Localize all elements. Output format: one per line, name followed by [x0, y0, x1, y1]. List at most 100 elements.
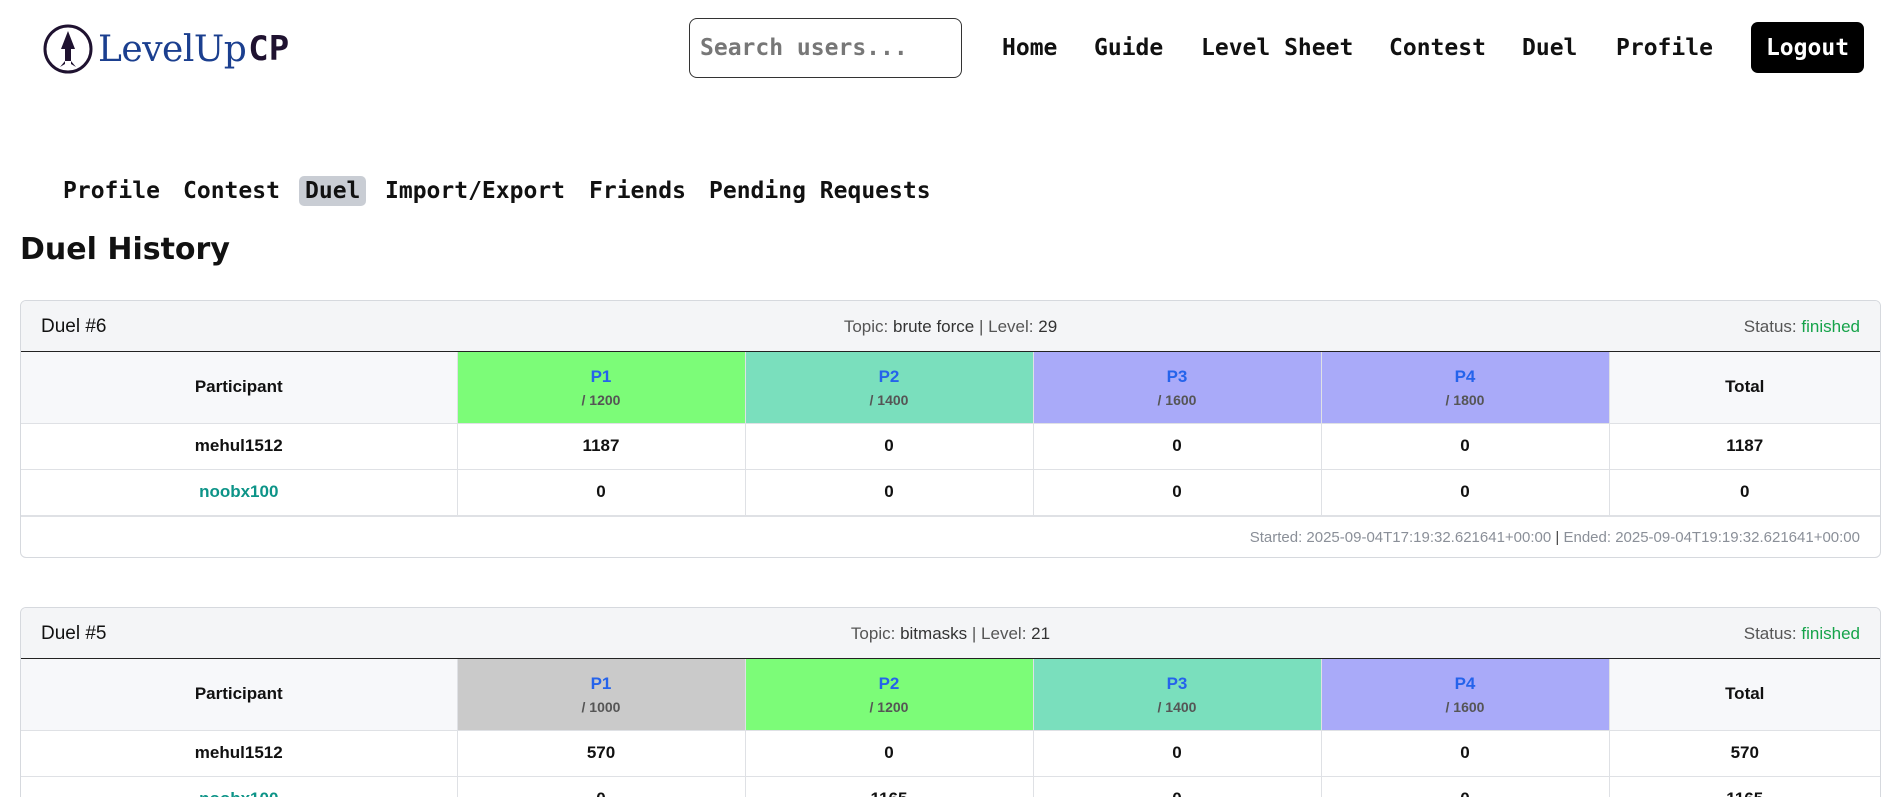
nav-duel[interactable]: Duel — [1522, 35, 1577, 61]
ended-value: 2025-09-04T19:19:32.621641+00:00 — [1615, 528, 1860, 546]
participant-name[interactable]: noobx100 — [21, 468, 458, 516]
participant-header: Participant — [21, 352, 458, 424]
problem-link[interactable]: P1 — [458, 367, 745, 387]
participant-name[interactable]: mehul1512 — [21, 729, 458, 777]
score-cell: 0 — [744, 422, 1034, 470]
status-value: finished — [1801, 624, 1860, 643]
total-header: Total — [1608, 352, 1880, 424]
score-cell: 0 — [1032, 729, 1322, 777]
table-row: noobx100 0 1165 0 0 1165 — [21, 775, 1880, 797]
problem-link[interactable]: P2 — [746, 367, 1033, 387]
score-cell: 0 — [456, 775, 746, 797]
problem-max: / 1600 — [1445, 698, 1485, 715]
logo[interactable]: LevelUp CP — [42, 23, 289, 75]
duel-score-table: Participant P1 / 1200 P2 / 1400 P3 / 160… — [21, 352, 1880, 516]
problem-link[interactable]: P4 — [1322, 367, 1609, 387]
table-row: mehul1512 1187 0 0 0 1187 — [21, 422, 1880, 470]
duel-topic-level: Topic: brute force | Level: 29 — [21, 317, 1880, 337]
problem-max: / 1800 — [1445, 391, 1485, 408]
score-cell: 0 — [1032, 422, 1322, 470]
problem-header: P2 / 1200 — [744, 659, 1034, 731]
started-value: 2025-09-04T17:19:32.621641+00:00 — [1306, 528, 1552, 546]
subtab-contest[interactable]: Contest — [177, 176, 286, 206]
subtab-friends[interactable]: Friends — [583, 176, 692, 206]
score-cell: 0 — [744, 468, 1034, 516]
logo-text: LevelUp — [98, 28, 247, 70]
participant-header: Participant — [21, 659, 458, 731]
problem-header: P3 / 1400 — [1032, 659, 1322, 731]
score-cell: 0 — [1320, 775, 1610, 797]
total-header: Total — [1608, 659, 1880, 731]
table-row: noobx100 0 0 0 0 0 — [21, 468, 1880, 516]
score-cell: 0 — [456, 468, 746, 516]
page-title: Duel History — [20, 232, 230, 267]
separator: | — [971, 624, 977, 643]
problem-max: / 1200 — [869, 698, 909, 715]
status-label: Status: — [1743, 317, 1797, 336]
topic-label: Topic: — [850, 624, 896, 643]
duel-topic-level: Topic: bitmasks | Level: 21 — [21, 624, 1880, 644]
score-cell: 570 — [456, 729, 746, 777]
table-row: mehul1512 570 0 0 0 570 — [21, 729, 1880, 777]
topic-value: bitmasks — [900, 624, 968, 643]
logout-button[interactable]: Logout — [1751, 22, 1864, 73]
duel-score-table: Participant P1 / 1000 P2 / 1200 P3 / 140… — [21, 659, 1880, 797]
problem-link[interactable]: P3 — [1034, 674, 1321, 694]
started-label: Started: — [1249, 528, 1303, 546]
duel-card: Duel #6 Topic: brute force | Level: 29 S… — [20, 300, 1881, 558]
separator: | — [978, 317, 984, 336]
search-users-input[interactable] — [689, 18, 962, 78]
participant-name[interactable]: mehul1512 — [21, 422, 458, 470]
subtab-import-export[interactable]: Import/Export — [379, 176, 571, 206]
subtab-profile[interactable]: Profile — [57, 176, 166, 206]
score-cell: 0 — [1032, 468, 1322, 516]
problem-max: / 1400 — [1157, 698, 1197, 715]
problem-header: P4 / 1600 — [1320, 659, 1610, 731]
duel-status: Status: finished — [1744, 624, 1860, 644]
subtab-pending-requests[interactable]: Pending Requests — [703, 176, 937, 206]
score-cell: 0 — [1320, 729, 1610, 777]
status-label: Status: — [1743, 624, 1797, 643]
participant-name[interactable]: noobx100 — [21, 775, 458, 797]
logo-suffix: CP — [248, 29, 290, 69]
problem-header: P1 / 1200 — [456, 352, 746, 424]
problem-header: P2 / 1400 — [744, 352, 1034, 424]
topic-label: Topic: — [843, 317, 889, 336]
problem-link[interactable]: P4 — [1322, 674, 1609, 694]
nav-profile[interactable]: Profile — [1616, 35, 1713, 61]
level-value: 29 — [1038, 317, 1058, 336]
problem-header: P3 / 1600 — [1032, 352, 1322, 424]
score-cell: 0 — [1320, 468, 1610, 516]
duel-card: Duel #5 Topic: bitmasks | Level: 21 Stat… — [20, 607, 1881, 797]
score-cell: 1165 — [744, 775, 1034, 797]
nav-contest[interactable]: Contest — [1389, 35, 1486, 61]
total-cell: 570 — [1608, 729, 1880, 777]
level-value: 21 — [1031, 624, 1051, 643]
score-cell: 1187 — [456, 422, 746, 470]
ended-label: Ended: — [1563, 528, 1612, 546]
score-cell: 0 — [1320, 422, 1610, 470]
topic-value: brute force — [892, 317, 975, 336]
duel-card-header: Duel #5 Topic: bitmasks | Level: 21 Stat… — [21, 608, 1880, 659]
problem-link[interactable]: P2 — [746, 674, 1033, 694]
score-cell: 0 — [1032, 775, 1322, 797]
score-cell: 0 — [744, 729, 1034, 777]
rocket-logo-icon — [43, 24, 93, 74]
total-cell: 1165 — [1608, 775, 1880, 797]
problem-max: / 1200 — [581, 391, 621, 408]
problem-max: / 1600 — [1157, 391, 1197, 408]
subtab-duel[interactable]: Duel — [299, 176, 367, 206]
level-label: Level: — [988, 317, 1034, 336]
problem-link[interactable]: P3 — [1034, 367, 1321, 387]
status-value: finished — [1801, 317, 1860, 336]
duel-card-header: Duel #6 Topic: brute force | Level: 29 S… — [21, 301, 1880, 352]
level-label: Level: — [981, 624, 1027, 643]
nav-guide[interactable]: Guide — [1094, 35, 1163, 61]
top-navbar: LevelUpCP Home Guide Level Sheet Contest… — [0, 0, 1899, 100]
problem-header: P1 / 1000 — [456, 659, 746, 731]
nav-home[interactable]: Home — [1002, 35, 1057, 61]
problem-link[interactable]: P1 — [458, 674, 745, 694]
nav-level-sheet[interactable]: Level Sheet — [1201, 35, 1353, 61]
total-cell: 1187 — [1608, 422, 1880, 470]
total-cell: 0 — [1608, 468, 1880, 516]
